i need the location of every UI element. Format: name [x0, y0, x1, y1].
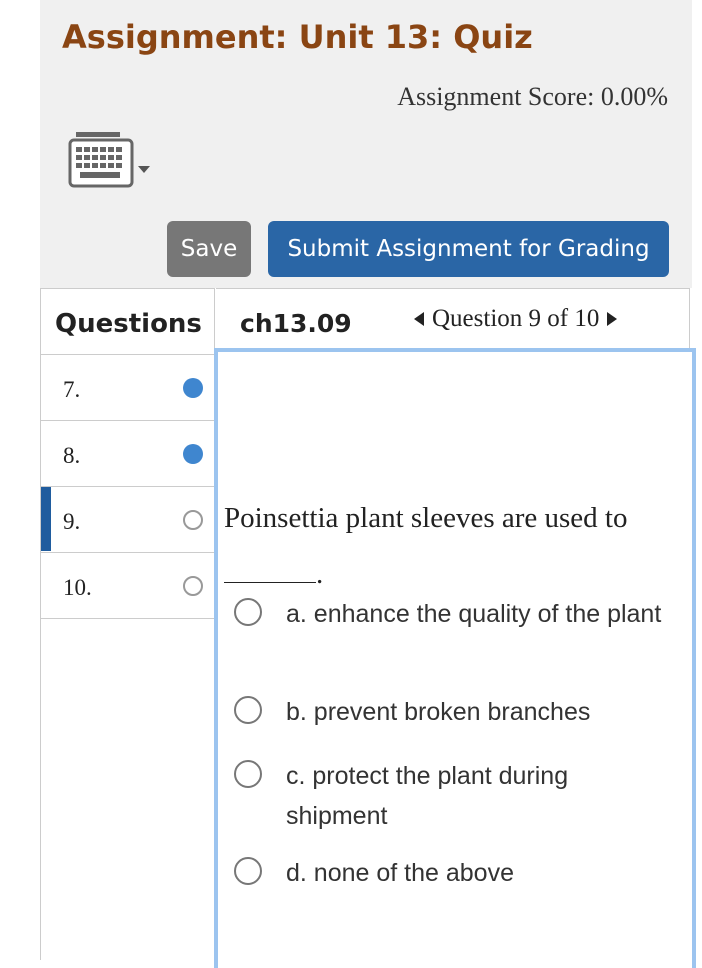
question-number: 10.: [63, 575, 92, 600]
questions-header: Questions: [41, 289, 215, 355]
question-item-7[interactable]: 7.: [41, 355, 215, 421]
question-prompt: Poinsettia plant sleeves are used to .: [224, 490, 694, 602]
radio-button[interactable]: [234, 857, 262, 885]
question-position-label: Question 9 of 10: [432, 305, 600, 332]
unanswered-indicator-icon: [183, 510, 203, 530]
question-code: ch13.09: [240, 309, 352, 338]
page-title: Assignment: Unit 13: Quiz: [62, 18, 533, 56]
question-number: 8.: [63, 443, 81, 468]
question-prompt-text: Poinsettia plant sleeves are used to: [224, 502, 628, 534]
answer-choice-label: a. enhance the quality of the plant: [286, 600, 662, 628]
question-navigator: Question 9 of 10: [414, 305, 618, 333]
questions-panel: Questions 7. 8. 9. 10.: [40, 288, 215, 960]
radio-button[interactable]: [234, 696, 262, 724]
answer-choice-label: d. none of the above: [286, 859, 514, 887]
radio-button[interactable]: [234, 598, 262, 626]
keyboard-icon: [68, 132, 150, 188]
answered-indicator-icon: [183, 444, 203, 464]
question-item-8[interactable]: 8.: [41, 421, 215, 487]
unanswered-indicator-icon: [183, 576, 203, 596]
submit-assignment-button[interactable]: Submit Assignment for Grading: [268, 221, 669, 277]
answer-choice-label: c. protect the plant during shipment: [286, 762, 569, 830]
question-prompt-end: .: [316, 558, 324, 590]
save-button[interactable]: Save: [167, 221, 251, 277]
active-question-marker: [41, 487, 51, 551]
answer-choice-label: b. prevent broken branches: [286, 698, 591, 726]
questions-heading: Questions: [55, 309, 202, 339]
keyboard-menu-button[interactable]: [66, 130, 162, 190]
chevron-down-icon: [138, 166, 150, 173]
answer-blank: [224, 552, 316, 583]
question-item-9[interactable]: 9.: [41, 487, 215, 553]
question-item-10[interactable]: 10.: [41, 553, 215, 619]
question-number: 7.: [63, 377, 81, 402]
question-header: ch13.09 Question 9 of 10: [216, 288, 690, 350]
next-question-icon[interactable]: [607, 312, 618, 326]
previous-question-icon[interactable]: [414, 312, 424, 326]
assignment-score: Assignment Score: 0.00%: [397, 82, 668, 111]
question-number: 9.: [63, 509, 81, 534]
radio-button[interactable]: [234, 760, 262, 788]
answered-indicator-icon: [183, 378, 203, 398]
